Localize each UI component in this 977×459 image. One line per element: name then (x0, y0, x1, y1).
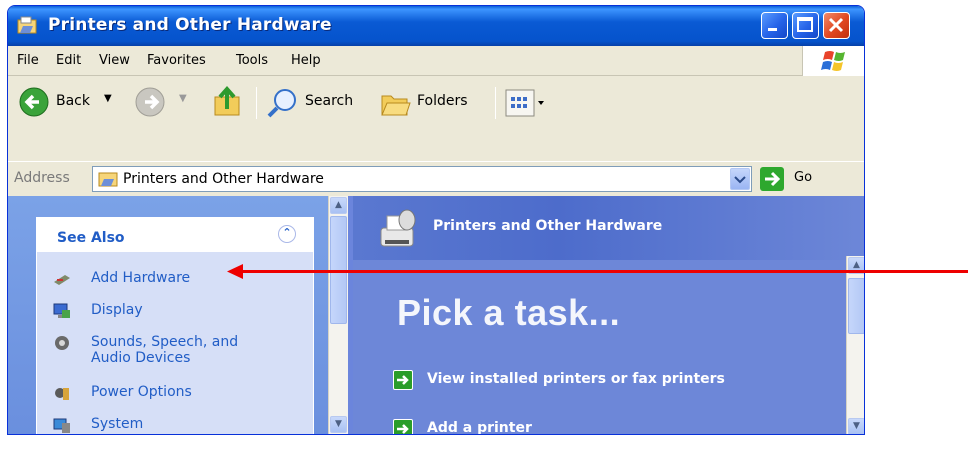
main-pane: Printers and Other Hardware ▲ ▼ Pick a t… (353, 196, 864, 435)
go-button[interactable]: Go (794, 170, 812, 185)
menu-favorites[interactable]: Favorites (147, 53, 206, 68)
see-also-label: Sounds, Speech, and (91, 334, 239, 350)
menu-view[interactable]: View (99, 53, 130, 68)
address-bar: Address Printers and Other Hardware Go (8, 161, 864, 197)
printer-hardware-icon (380, 209, 416, 247)
printer-folder-icon (98, 172, 118, 187)
menu-bar: File Edit View Favorites Tools Help (8, 46, 864, 76)
views-grid-icon (505, 89, 544, 117)
main-scrollbar[interactable]: ▲ ▼ (846, 256, 864, 434)
toolbar: Back ▼ ▼ Search Folders (8, 77, 864, 165)
address-field[interactable]: Printers and Other Hardware (92, 166, 752, 192)
menu-help[interactable]: Help (291, 53, 321, 68)
pick-a-task-heading: Pick a task... (397, 292, 621, 333)
content-area: See Also ⌃ Add Hardware Display Sounds, … (8, 196, 864, 435)
task-label: Add a printer (427, 420, 532, 435)
see-also-label: System (91, 416, 144, 432)
scroll-thumb[interactable] (848, 278, 864, 334)
toolbar-separator (256, 87, 257, 119)
folders-button[interactable]: Folders (417, 93, 468, 109)
address-label: Address (14, 170, 70, 186)
menu-tools[interactable]: Tools (236, 53, 268, 68)
back-button[interactable]: Back (56, 93, 90, 109)
system-icon (53, 418, 70, 433)
scroll-down-icon[interactable]: ▼ (330, 416, 347, 433)
task-pane: See Also ⌃ Add Hardware Display Sounds, … (8, 196, 328, 434)
minimize-icon (768, 28, 777, 31)
green-arrow-icon (393, 419, 413, 434)
menu-edit[interactable]: Edit (56, 53, 81, 68)
forward-arrow-icon[interactable] (135, 87, 167, 119)
search-button[interactable]: Search (305, 93, 353, 109)
address-value: Printers and Other Hardware (123, 171, 324, 187)
folders-icon[interactable] (379, 86, 413, 120)
right-arrow-icon (397, 424, 409, 434)
views-button[interactable] (505, 89, 551, 117)
right-arrow-icon (765, 171, 781, 187)
back-dropdown-icon[interactable]: ▼ (104, 93, 112, 104)
minimize-button[interactable] (761, 12, 788, 39)
maximize-button[interactable] (792, 12, 819, 39)
annotation-arrow-head (227, 264, 243, 279)
power-icon (55, 388, 69, 400)
windows-logo (802, 46, 864, 76)
category-title: Printers and Other Hardware (433, 218, 663, 234)
see-also-panel: See Also ⌃ Add Hardware Display Sounds, … (36, 217, 314, 434)
windows-flag-icon (821, 51, 845, 71)
go-arrow-icon[interactable] (760, 167, 784, 191)
forward-dropdown-icon[interactable]: ▼ (179, 93, 187, 104)
right-arrow-icon (397, 375, 409, 385)
see-also-label-line2: Audio Devices (91, 350, 191, 366)
see-also-label: Display (91, 302, 143, 318)
window-title: Printers and Other Hardware (48, 15, 332, 35)
maximize-icon (797, 17, 813, 32)
collapse-chevron-icon[interactable]: ⌃ (278, 225, 296, 243)
see-also-label: Power Options (91, 384, 192, 400)
close-icon (828, 17, 844, 33)
see-also-label: Add Hardware (91, 270, 191, 286)
annotation-arrow-line (239, 270, 968, 273)
printer-folder-icon (17, 16, 37, 34)
see-also-title: See Also (57, 230, 125, 246)
toolbar-separator (495, 87, 496, 119)
search-icon[interactable] (266, 86, 300, 120)
speaker-icon (55, 336, 69, 350)
menu-file[interactable]: File (17, 53, 39, 68)
scroll-up-icon[interactable]: ▲ (330, 197, 347, 214)
address-dropdown-button[interactable] (730, 168, 750, 190)
category-header: Printers and Other Hardware (353, 196, 864, 260)
back-arrow-icon[interactable] (19, 87, 51, 119)
task-pane-scrollbar[interactable]: ▲ ▼ (328, 196, 348, 434)
green-arrow-icon (393, 370, 413, 390)
see-also-header[interactable]: See Also ⌃ (37, 218, 313, 252)
title-bar[interactable]: Printers and Other Hardware (8, 6, 864, 46)
up-folder-icon[interactable] (212, 85, 246, 119)
display-icon (53, 303, 70, 318)
scroll-down-icon[interactable]: ▼ (848, 418, 864, 434)
chevron-down-icon (734, 176, 746, 184)
close-button[interactable] (823, 12, 850, 39)
explorer-window: Printers and Other Hardware File Edit Vi… (7, 5, 865, 435)
task-label: View installed printers or fax printers (427, 371, 725, 387)
hardware-icon (54, 275, 70, 285)
